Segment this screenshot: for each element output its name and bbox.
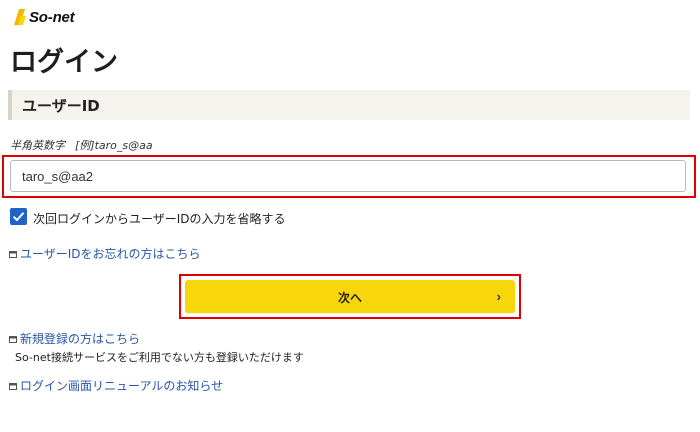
renewal-notice-link[interactable]: ログイン画面リニューアルのお知らせ: [20, 377, 223, 394]
new-window-icon: [9, 335, 17, 343]
register-link[interactable]: 新規登録の方はこちら: [20, 330, 140, 347]
next-button[interactable]: 次へ ›: [185, 280, 515, 313]
so-net-logo[interactable]: So-net: [12, 8, 75, 26]
user-id-input[interactable]: [10, 160, 686, 192]
so-net-logo-icon: [14, 9, 26, 25]
remember-label[interactable]: 次回ログインからユーザーIDの入力を省略する: [33, 210, 286, 227]
chevron-right-icon: ›: [496, 289, 501, 304]
section-title: ユーザーID: [22, 97, 100, 115]
forgot-id-row: ユーザーIDをお忘れの方はこちら: [9, 245, 201, 262]
section-header: ユーザーID: [8, 90, 690, 120]
next-button-highlight-frame: 次へ ›: [179, 274, 521, 319]
next-button-label: 次へ: [337, 291, 362, 305]
renewal-row: ログイン画面リニューアルのお知らせ: [9, 377, 223, 394]
register-row: 新規登録の方はこちら: [9, 330, 140, 347]
page-title: ログイン: [10, 47, 118, 78]
new-window-icon: [9, 382, 17, 390]
input-hint: 半角英数字 [例]taro_s@aa: [10, 137, 153, 153]
remember-checkbox[interactable]: [10, 208, 27, 225]
new-window-icon: [9, 250, 17, 258]
forgot-id-link[interactable]: ユーザーIDをお忘れの方はこちら: [20, 245, 201, 262]
hint-example: [例]taro_s@aa: [75, 139, 153, 152]
user-id-highlight-frame: [2, 155, 696, 198]
register-note: So-net接続サービスをご利用でない方も登録いただけます: [15, 351, 304, 364]
hint-label: 半角英数字: [10, 139, 65, 152]
check-icon: [12, 212, 25, 222]
brand-name: So-net: [29, 8, 75, 26]
